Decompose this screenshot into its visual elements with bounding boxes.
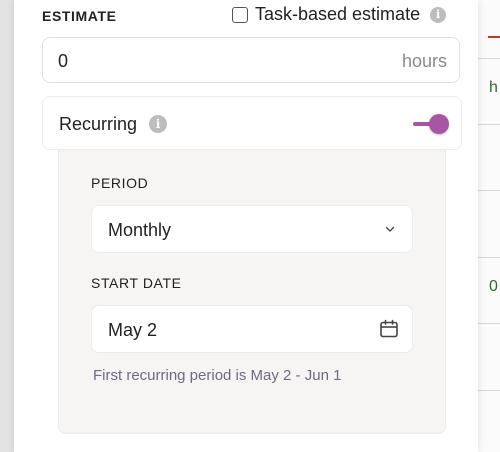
background-page (478, 0, 500, 452)
estimate-panel: ESTIMATE Task-based estimate i 0 hours P… (14, 0, 478, 452)
background-row-divider (478, 257, 500, 258)
period-selected-value[interactable]: Monthly (108, 220, 171, 241)
background-peek-text: 0 (489, 278, 498, 295)
recurring-label: Recurring (59, 114, 138, 134)
task-based-estimate-checkbox[interactable] (232, 6, 248, 23)
recurring-row: Recurring i (42, 96, 462, 150)
hours-unit-label: hours (401, 51, 447, 71)
background-peek-text: h (489, 79, 498, 96)
info-icon[interactable]: i (430, 6, 447, 23)
toggle-knob[interactable] (429, 114, 449, 134)
app-stage: h 0 ESTIMATE Task-based estimate i 0 hou… (0, 0, 500, 452)
chevron-down-icon[interactable] (384, 223, 396, 235)
estimate-section-label: ESTIMATE (42, 8, 117, 24)
background-row-divider (478, 323, 500, 324)
background-accent-line (488, 36, 500, 38)
start-date-input[interactable]: May 2 (91, 305, 413, 353)
background-row-divider (478, 124, 500, 125)
recurring-toggle[interactable] (413, 114, 449, 134)
task-based-estimate-option[interactable]: Task-based estimate i (232, 4, 447, 25)
calendar-icon[interactable] (378, 318, 400, 340)
recurring-period-helper-text: First recurring period is May 2 - Jun 1 (93, 367, 342, 384)
task-based-estimate-label[interactable]: Task-based estimate (255, 4, 420, 25)
hours-input[interactable]: 0 hours (42, 37, 460, 83)
period-label: PERIOD (91, 175, 149, 191)
period-select[interactable]: Monthly (91, 205, 413, 253)
background-row-divider (478, 190, 500, 191)
start-date-label: START DATE (91, 275, 182, 291)
hours-value[interactable]: 0 (58, 51, 68, 72)
start-date-value[interactable]: May 2 (108, 320, 157, 341)
recurring-settings-panel: PERIOD Monthly START DATE May 2 First re… (58, 142, 446, 434)
background-row-divider (478, 390, 500, 391)
info-icon[interactable]: i (149, 115, 167, 133)
background-row-divider (478, 58, 500, 59)
